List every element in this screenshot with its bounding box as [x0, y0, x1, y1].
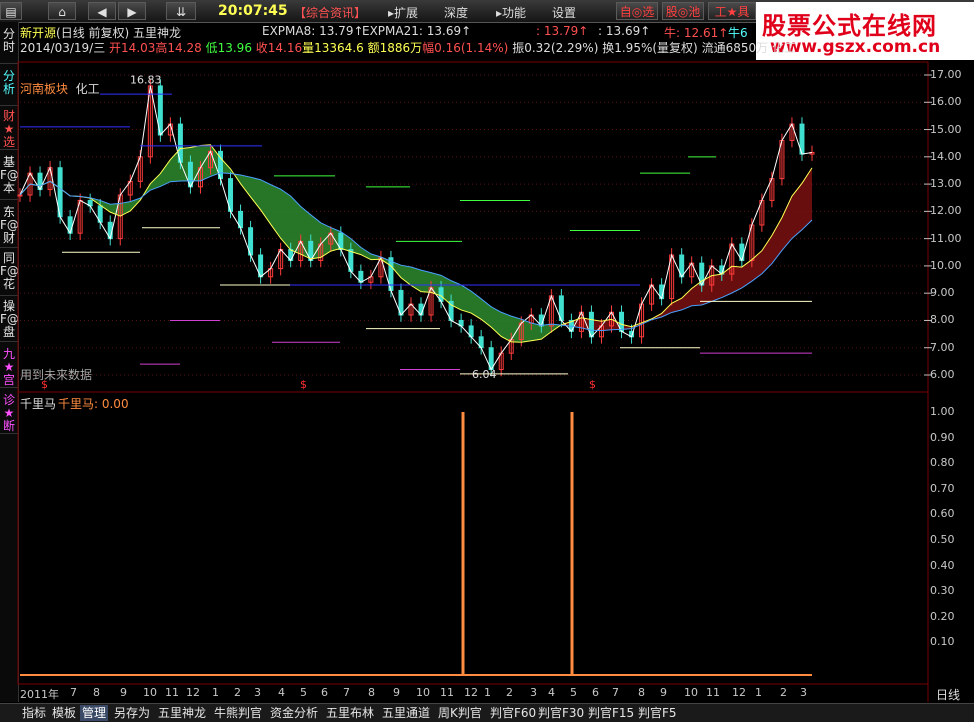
tab-1[interactable]: 指标 [20, 705, 48, 721]
x-tick: 4 [548, 686, 555, 699]
x-tick: 2 [234, 686, 241, 699]
signal-bar [461, 412, 465, 675]
tab-3[interactable]: 管理 [80, 705, 109, 721]
y-tick-upper: 9.00 [930, 286, 955, 300]
price-line [19, 85, 813, 371]
period-indicator[interactable]: 日线 [936, 686, 960, 703]
y-tick-lower: 1.00 [930, 405, 955, 418]
x-tick: 2 [506, 686, 513, 699]
y-tick-upper: 7.00 [930, 340, 955, 354]
x-tick: 6 [321, 686, 328, 699]
x-tick: 6 [592, 686, 599, 699]
x-tick: 1 [484, 686, 491, 699]
y-tick-lower: 0.90 [930, 430, 955, 444]
candle-body [17, 194, 23, 197]
y-tick-upper: 15.00 [930, 122, 962, 136]
x-tick: 7 [343, 686, 350, 699]
y-tick-lower: 0.40 [930, 558, 955, 572]
x-tick: 10 [684, 686, 698, 699]
y-tick-lower: 0.50 [930, 533, 955, 546]
x-tick: 10 [416, 686, 430, 699]
tab-11[interactable]: 判官F60 [488, 705, 538, 721]
y-tick-upper: 14.00 [930, 149, 962, 163]
ribbon-red [561, 167, 812, 331]
y-tick-upper: 13.00 [930, 177, 962, 191]
x-tick: 1 [755, 686, 762, 699]
peak-label: 16.83 [130, 74, 162, 87]
y-tick-lower: 0.60 [930, 507, 955, 521]
tab-13[interactable]: 判官F15 [586, 705, 636, 721]
tab-8[interactable]: 五里布林 [324, 705, 376, 721]
x-tick: 10 [143, 686, 157, 699]
x-tick: 3 [800, 686, 807, 699]
y-tick-upper: 11.00 [930, 231, 962, 245]
x-tick: 8 [638, 686, 645, 699]
tab-5[interactable]: 五里神龙 [156, 705, 208, 721]
tab-7[interactable]: 资金分析 [268, 705, 320, 721]
x-tick: 2011年 [20, 688, 59, 701]
dollar-marker: $ [589, 378, 596, 391]
x-tick: 9 [120, 686, 127, 699]
x-tick: 11 [706, 686, 720, 699]
x-tick: 11 [165, 686, 179, 699]
lower-panel-frame [17, 391, 929, 685]
x-tick: 5 [300, 686, 307, 699]
kline-chart: $ $ $16.83 6.04 [17, 61, 932, 702]
x-tick: 7 [612, 686, 619, 699]
x-tick: 2 [780, 686, 787, 699]
y-tick-upper: 12.00 [930, 204, 962, 218]
tab-9[interactable]: 五里通道 [380, 705, 432, 721]
trough-label: 6.04 [472, 368, 497, 381]
x-tick: 3 [254, 686, 261, 699]
y-tick-lower: 0.80 [930, 456, 955, 470]
y-tick-lower: 0.10 [930, 635, 955, 649]
y-tick-lower: 0.30 [930, 584, 955, 598]
x-tick: 1 [212, 686, 219, 699]
x-tick: 3 [530, 686, 537, 699]
x-tick: 9 [660, 686, 667, 699]
tab-6[interactable]: 牛熊判官 [212, 705, 264, 721]
y-tick-lower: 0.20 [930, 609, 955, 623]
y-tick-upper: 10.00 [930, 258, 962, 272]
tab-4[interactable]: 另存为 [112, 705, 152, 721]
dollar-marker: $ [41, 378, 48, 391]
x-tick: 11 [440, 686, 454, 699]
lower-panel-title: 千里马 [20, 397, 57, 411]
tab-10[interactable]: 周K判官 [436, 705, 484, 721]
y-tick-lower: 0.70 [930, 481, 955, 495]
dollar-marker: $ [300, 378, 307, 391]
x-tick: 8 [93, 686, 100, 699]
x-tick: 5 [570, 686, 577, 699]
y-tick-upper: 16.00 [930, 95, 962, 109]
lower-panel-value: 千里马: 0.00 [58, 397, 129, 411]
y-tick-upper: 8.00 [930, 313, 955, 327]
y-tick-upper: 6.00 [930, 368, 955, 381]
tab-2[interactable]: 模板 [50, 705, 78, 721]
x-tick: 9 [393, 686, 400, 699]
x-tick: 12 [464, 686, 478, 699]
bottom-tab-bar: 指标 模板 管理 另存为 五里神龙 牛熊判官 资金分析 五里布林 五里通道 周K判官 判官F60 判官… [0, 703, 974, 722]
y-tick-upper: 17.00 [930, 68, 962, 81]
tab-12[interactable]: 判官F30 [536, 705, 586, 721]
ma-long-line [19, 172, 813, 332]
tab-14[interactable]: 判官F5 [636, 705, 679, 721]
x-tick: 4 [278, 686, 285, 699]
x-tick: 12 [186, 686, 200, 699]
signal-bar [570, 412, 574, 675]
x-tick: 7 [70, 686, 77, 699]
x-tick: 8 [368, 686, 375, 699]
x-tick: 12 [732, 686, 746, 699]
